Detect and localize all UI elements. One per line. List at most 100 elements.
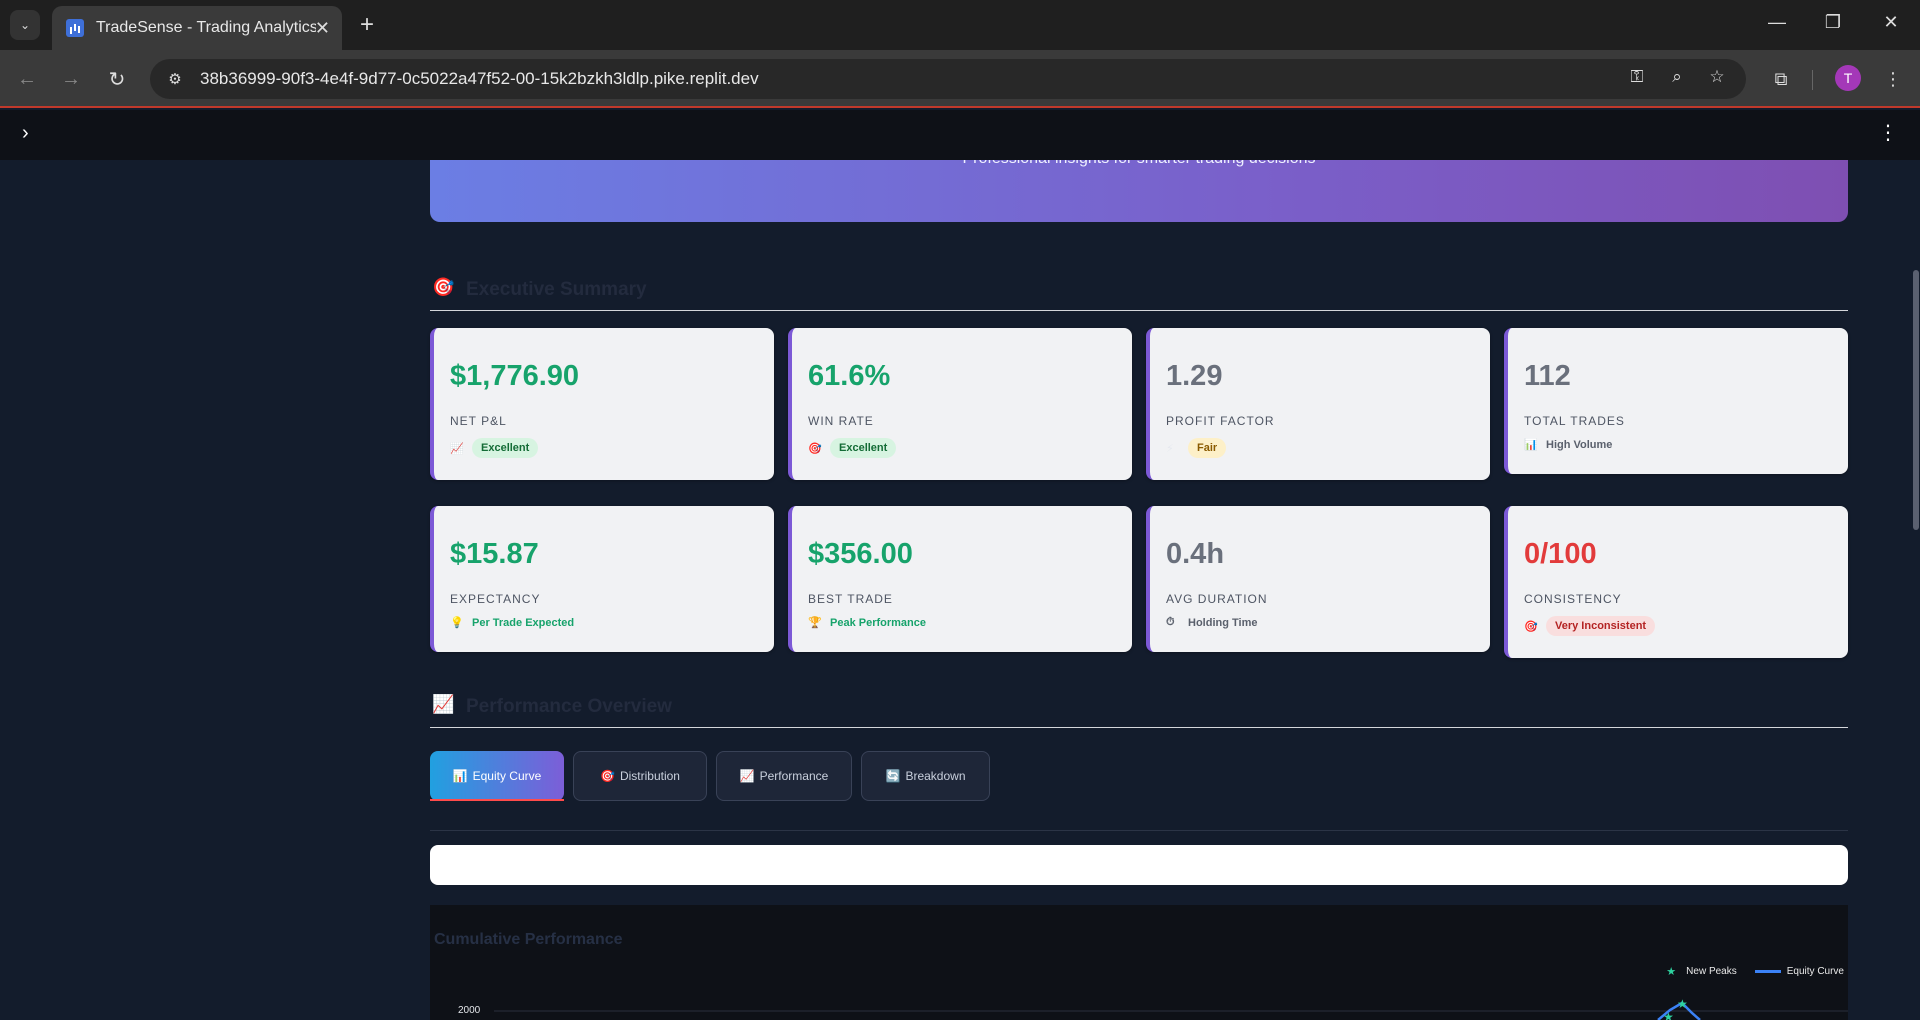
tab-label: Distribution [619, 769, 680, 783]
section-title: Executive Summary [466, 279, 647, 300]
chevron-right-icon[interactable]: › [22, 122, 29, 145]
browser-tab-active[interactable]: TradeSense - Trading Analytics D ✕ [52, 6, 342, 50]
key-icon[interactable]: ⚿ [1624, 67, 1650, 91]
close-icon[interactable]: ✕ [315, 18, 330, 39]
toolbar-divider [1812, 70, 1813, 90]
reload-icon: ↻ [108, 68, 126, 91]
minimize-button[interactable]: — [1762, 12, 1792, 33]
new-peak-marker: ★ [1677, 997, 1688, 1011]
metric-card-best-trade: $356.00 BEST TRADE 🏆 Peak Performance [788, 506, 1132, 652]
url-text: 38b36999-90f3-4e4f-9d77-0c5022a47f52-00-… [200, 69, 759, 88]
metric-label: EXPECTANCY [450, 592, 541, 606]
back-button[interactable]: ← [12, 64, 42, 94]
metric-foot: 📈 Excellent [450, 438, 539, 458]
metric-foot: 🏆 Peak Performance [808, 616, 926, 630]
bar-chart-icon: 📊 [452, 769, 468, 783]
window-close-button[interactable]: ✕ [1876, 12, 1906, 33]
stopwatch-icon: ⏱ [1166, 616, 1175, 628]
tab-label: Breakdown [905, 769, 966, 783]
status-badge: Very Inconsistent [1546, 616, 1656, 636]
app-header: › ⋮ [0, 110, 1920, 160]
target-icon: 🎯 [1524, 620, 1538, 633]
metric-foot: ⏱ Holding Time [1166, 616, 1257, 629]
performance-overview-header: 📈 Performance Overview [430, 688, 1848, 728]
metric-label: PROFIT FACTOR [1166, 414, 1275, 428]
metric-card-expectancy: $15.87 EXPECTANCY 💡 Per Trade Expected [430, 506, 774, 652]
address-bar[interactable]: ⚙ 38b36999-90f3-4e4f-9d77-0c5022a47f52-0… [150, 59, 1746, 99]
metric-note: Per Trade Expected [472, 616, 575, 629]
zoom-icon[interactable]: ⌕ [1664, 67, 1690, 91]
trophy-icon: 🏆 [808, 617, 822, 629]
extensions-icon[interactable]: ⧉ [1766, 64, 1796, 94]
status-badge: Excellent [830, 438, 897, 458]
tab-performance[interactable]: 📈 Performance [716, 751, 852, 801]
tab-distribution[interactable]: 🎯 Distribution [573, 751, 707, 801]
metric-card-win-rate: 61.6% WIN RATE 🎯 Excellent [788, 328, 1132, 480]
chevron-down-icon: ⌄ [19, 18, 31, 32]
metric-value: 0/100 [1524, 538, 1597, 570]
metric-foot: 💡 Per Trade Expected [450, 616, 575, 630]
bar-chart-icon: 📊 [1524, 439, 1538, 451]
active-tab-indicator [430, 799, 564, 801]
lightning-icon: ⚡ [1166, 442, 1174, 455]
metric-card-profit-factor: 1.29 PROFIT FACTOR ⚡ Fair [1146, 328, 1490, 480]
tab-breakdown[interactable]: 🔄 Breakdown [861, 751, 990, 801]
empty-white-panel [430, 845, 1848, 885]
tab-label: Equity Curve [472, 769, 542, 783]
metric-value: 112 [1524, 360, 1571, 392]
new-tab-button[interactable]: + [352, 10, 382, 40]
forward-button[interactable]: → [56, 64, 86, 94]
chart-up-icon: 📈 [450, 442, 464, 455]
equity-chart-plot: ★ ★ [494, 997, 1848, 1020]
metric-card-consistency: 0/100 CONSISTENCY 🎯 Very Inconsistent [1504, 506, 1848, 658]
scrollbar-thumb[interactable] [1913, 270, 1919, 530]
metric-foot: ⚡ Fair [1166, 438, 1227, 458]
site-info-icon[interactable]: ⚙ [156, 64, 194, 94]
metric-card-net-pnl: $1,776.90 NET P&L 📈 Excellent [430, 328, 774, 480]
metric-note: Peak Performance [830, 616, 926, 629]
metric-value: 0.4h [1166, 538, 1225, 570]
arrow-left-icon: ← [17, 67, 37, 90]
equity-chart-panel: Cumulative Performance ★ New Peaks Equit… [430, 905, 1848, 1020]
metric-note: Holding Time [1188, 616, 1258, 629]
tab-equity-curve[interactable]: 📊 Equity Curve [430, 751, 564, 801]
chart-up-icon: 📈 [739, 769, 755, 783]
hero-subtitle: Professional insights for smarter tradin… [430, 160, 1848, 168]
browser-tab-bar: ⌄ TradeSense - Trading Analytics D ✕ + —… [0, 0, 1920, 50]
metric-value: 1.29 [1166, 360, 1223, 392]
chart-up-icon: 📈 [432, 694, 455, 714]
plus-icon: + [359, 11, 374, 38]
metric-label: NET P&L [450, 414, 507, 428]
browser-toolbar: ← → ↻ ⚙ 38b36999-90f3-4e4f-9d77-0c5022a4… [0, 50, 1920, 108]
browser-menu-icon[interactable]: ⋮ [1878, 64, 1908, 94]
metric-value: $1,776.90 [450, 360, 580, 392]
tab-search-button[interactable]: ⌄ [10, 10, 40, 40]
tabs-divider [430, 830, 1848, 831]
hero-banner: Professional insights for smarter tradin… [430, 160, 1848, 222]
star-icon[interactable]: ☆ [1704, 67, 1730, 91]
tab-label: Performance [759, 769, 829, 783]
restore-button[interactable]: ❐ [1818, 12, 1848, 33]
reload-button[interactable]: ↻ [102, 64, 132, 94]
bar-chart-icon [66, 19, 84, 37]
target-icon: 🎯 [808, 442, 822, 455]
profile-avatar[interactable]: T [1835, 65, 1861, 91]
arrow-right-icon: → [61, 67, 81, 90]
page-scrollbar[interactable] [1912, 160, 1920, 1020]
metric-note: High Volume [1546, 438, 1613, 451]
metric-foot: 🎯 Very Inconsistent [1524, 616, 1656, 636]
metric-label: CONSISTENCY [1524, 592, 1622, 606]
metric-foot: 🎯 Excellent [808, 438, 897, 458]
metric-foot: 📊 High Volume [1524, 438, 1613, 452]
metric-value: $356.00 [808, 538, 913, 570]
metric-value: 61.6% [808, 360, 891, 392]
target-icon: 🎯 [432, 277, 455, 297]
app-menu-icon[interactable]: ⋮ [1878, 120, 1898, 145]
status-badge: Excellent [472, 438, 539, 458]
metric-card-total-trades: 112 TOTAL TRADES 📊 High Volume [1504, 328, 1848, 474]
section-title: Performance Overview [466, 696, 672, 717]
metric-label: BEST TRADE [808, 592, 893, 606]
status-badge: Fair [1188, 438, 1227, 458]
metric-value: $15.87 [450, 538, 539, 570]
metric-label: WIN RATE [808, 414, 874, 428]
